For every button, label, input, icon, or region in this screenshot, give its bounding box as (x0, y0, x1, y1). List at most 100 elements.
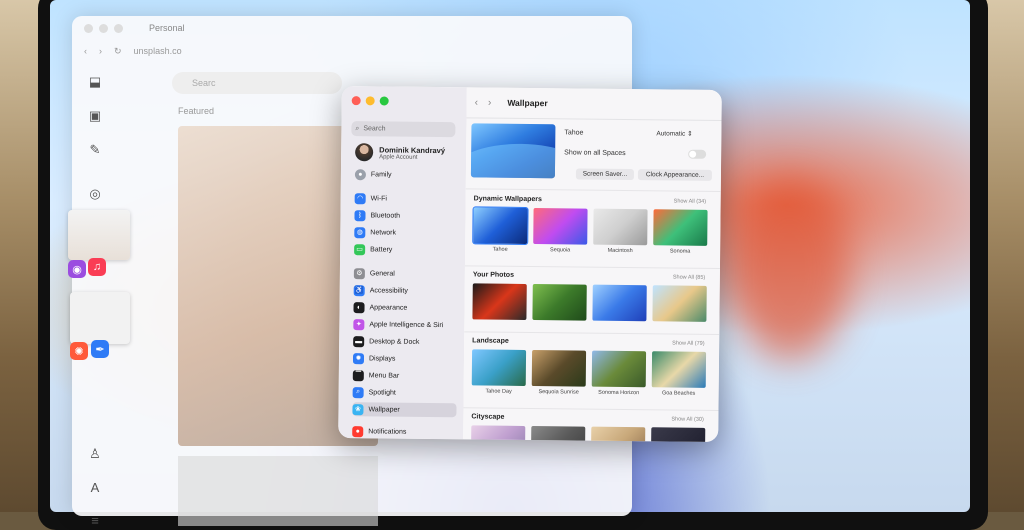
forward-chevron-icon[interactable]: › (488, 97, 491, 108)
sidebar-item-menu-bar[interactable]: ▔ Menu Bar (352, 368, 457, 383)
sidebar-item-battery[interactable]: ▭ Battery (354, 242, 458, 257)
wallpaper-tile-label: Sonoma (669, 248, 691, 255)
section-title: Landscape (472, 337, 509, 345)
globe-icon: ◍ (354, 226, 366, 238)
person-icon[interactable]: ♙ (89, 446, 101, 462)
show-all-link[interactable]: Show All (34) (674, 199, 706, 205)
sidebar-item-wi-fi[interactable]: ◠ Wi-Fi (354, 191, 459, 206)
sidebar-item-spotlight[interactable]: ⌕ Spotlight (352, 385, 457, 400)
music-app-icon[interactable]: ♫ (88, 258, 106, 276)
current-wallpaper-preview[interactable] (470, 123, 556, 179)
wallpaper-tile[interactable] (471, 349, 527, 386)
sidebar-item-label: General (369, 269, 395, 278)
sidebar-item-general[interactable]: ⚙ General (353, 266, 458, 281)
compass-icon[interactable]: ◎ (89, 186, 100, 202)
zoom-dot-icon[interactable] (114, 23, 123, 33)
wallpaper-icon: ❀ (352, 403, 364, 415)
wallpaper-tile[interactable] (653, 209, 708, 246)
browser-search-input[interactable]: Searc (172, 72, 342, 94)
sidebar-item-displays[interactable]: ✹ Displays (352, 351, 457, 366)
sidebar-item-apple-intelligence-siri[interactable]: ✦ Apple Intelligence & Siri (353, 317, 457, 332)
wallpaper-pane: ‹ › Wallpaper Tahoe Automatic ⇕ Show on … (463, 87, 722, 442)
wifi-icon: ◠ (354, 192, 366, 204)
browser-photo-bottom[interactable] (178, 456, 378, 526)
wallpaper-tile[interactable] (593, 208, 648, 246)
sidebar-item-label: Desktop & Dock (369, 337, 420, 346)
sidebar-item-accessibility[interactable]: ♿ Accessibility (353, 283, 458, 298)
show-all-link[interactable]: Show All (79) (672, 340, 704, 346)
translate-icon[interactable]: A (91, 480, 100, 495)
battery-icon: ▭ (354, 243, 366, 255)
sidebar-item-desktop-dock[interactable]: ▬ Desktop & Dock (353, 334, 457, 349)
sidebar-item-label: Bluetooth (370, 211, 401, 220)
appearance-icon: ◐ (353, 301, 365, 313)
wallpaper-tile[interactable] (533, 208, 588, 245)
sidebar-item-label: Wi-Fi (370, 194, 388, 202)
pen-app-icon[interactable]: ✒ (91, 340, 109, 358)
sidebar-item-wallpaper[interactable]: ❀ Wallpaper (352, 402, 457, 418)
close-dot-icon[interactable] (84, 23, 93, 33)
browser-tab-title[interactable]: Personal (149, 23, 185, 33)
inbox-icon[interactable]: ⬓ (89, 74, 101, 90)
wallpaper-tile-label: Sonoma Horizon (598, 389, 640, 397)
image-icon[interactable]: ▣ (89, 108, 101, 124)
browser-address-row: ‹ › ↻ unsplash.co (72, 40, 632, 62)
sidebar-item-appearance[interactable]: ◐ Appearance (353, 300, 457, 315)
forward-arrow-icon[interactable]: › (99, 46, 102, 56)
wallpaper-tile[interactable] (472, 283, 527, 320)
stage-thumbnail-2[interactable] (70, 292, 130, 344)
search-icon: ⌕ (355, 124, 360, 132)
sidebar-item-family[interactable]: ● Family (354, 167, 459, 182)
system-settings-window[interactable]: ⌕ Search Dominik Kandravý Apple Account … (338, 86, 722, 442)
back-chevron-icon[interactable]: ‹ (475, 97, 478, 108)
wallpaper-tile[interactable] (592, 284, 647, 322)
appearance-popup[interactable]: Automatic ⇕ (656, 129, 692, 137)
wallpaper-tile[interactable] (651, 351, 707, 388)
wallpaper-tile-label: Sequoia (550, 247, 571, 254)
wallpaper-tile[interactable] (530, 426, 586, 442)
back-arrow-icon[interactable]: ‹ (84, 46, 87, 56)
show-all-link[interactable]: Show All (30) (671, 416, 703, 422)
dock-icon: ▬ (353, 335, 365, 347)
minimize-dot-icon[interactable] (99, 23, 108, 33)
settings-search-input[interactable]: ⌕ Search (351, 121, 456, 138)
wallpaper-tile[interactable] (652, 285, 707, 322)
podcasts-app-icon[interactable]: ◉ (68, 260, 86, 278)
sidebar-items: ◠ Wi-Fi ᛒ Bluetooth ◍ Network ▭ Battery ⚙ General… (342, 86, 467, 437)
show-all-link[interactable]: Show All (85) (673, 274, 705, 280)
sidebar-item-bluetooth[interactable]: ᛒ Bluetooth (354, 208, 458, 223)
section-title: Your Photos (472, 271, 515, 279)
browser-left-rail: ⬓ ▣ ✎ ◎ ❐ ⤓ ⌑ ♙ A ≡ (72, 66, 118, 528)
close-button[interactable] (351, 96, 361, 106)
wallpaper-tile[interactable] (531, 350, 587, 387)
pen-icon[interactable]: ✎ (90, 142, 101, 158)
menu-icon[interactable]: ≡ (91, 513, 99, 528)
reload-icon[interactable]: ↻ (114, 46, 122, 57)
wallpaper-tile[interactable] (650, 427, 706, 442)
sidebar-item-network[interactable]: ◍ Network (354, 225, 458, 240)
divider (464, 265, 720, 269)
wallpaper-tile[interactable] (470, 425, 526, 442)
wallpaper-tile-label: Goa Beaches (661, 390, 696, 397)
section-title: Cityscape (471, 413, 505, 421)
show-all-spaces-toggle[interactable] (688, 149, 707, 159)
address-bar[interactable]: unsplash.co (134, 46, 182, 56)
gear-icon: ⚙ (353, 267, 365, 279)
wallpaper-tile-label: Macintosh (607, 247, 633, 255)
show-all-spaces-label: Show on all Spaces (564, 149, 626, 157)
wallpaper-tile[interactable] (532, 284, 587, 321)
display-icon: ✹ (352, 352, 365, 364)
apple-account-row[interactable]: Dominik Kandravý Apple Account (355, 143, 445, 162)
wallpaper-tile[interactable] (591, 350, 647, 388)
zoom-button[interactable] (379, 96, 389, 106)
browser-tab-featured[interactable]: Featured (178, 106, 214, 116)
screen-saver-button[interactable]: Screen Saver... (575, 168, 634, 181)
sidebar-item-notifications[interactable]: ● Notifications (352, 424, 456, 439)
minimize-button[interactable] (365, 96, 375, 106)
spark-app-icon[interactable]: ✺ (70, 342, 88, 360)
sidebar-item-label: Network (370, 228, 397, 237)
wallpaper-tile[interactable] (472, 206, 529, 245)
wallpaper-tile[interactable] (590, 426, 646, 442)
stage-thumbnail-1[interactable] (68, 210, 130, 260)
clock-appearance-button[interactable]: Clock Appearance... (637, 169, 712, 181)
